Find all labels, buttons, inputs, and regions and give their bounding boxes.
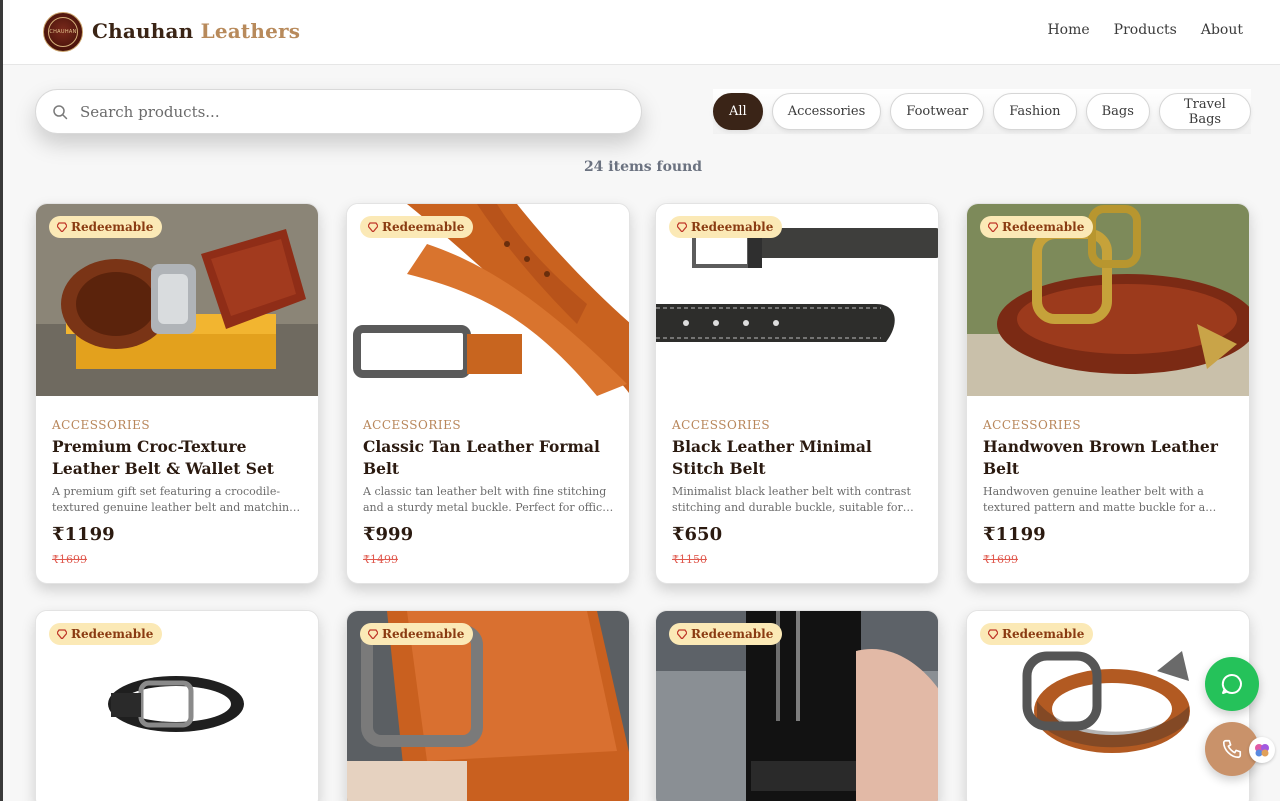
search-icon <box>53 104 68 119</box>
product-card[interactable]: Redeemable ACCESSORIES Black Leather Min… <box>655 203 939 584</box>
brain-icon <box>1255 744 1269 757</box>
product-category: ACCESSORIES <box>363 418 462 432</box>
product-category: ACCESSORIES <box>983 418 1082 432</box>
product-card[interactable]: Redeemable ACCESSORIES Classic Tan Leath… <box>346 203 630 584</box>
product-old-price: ₹1150 <box>672 553 707 566</box>
redeemable-badge: Redeemable <box>980 216 1094 238</box>
brand-name-second: Leathers <box>200 19 301 43</box>
product-card[interactable]: Redeemable <box>35 610 319 801</box>
redeemable-badge: Redeemable <box>360 623 474 645</box>
product-card[interactable]: Redeemable <box>966 610 1250 801</box>
badge-label: Redeemable <box>71 220 154 234</box>
redeemable-badge: Redeemable <box>669 216 783 238</box>
product-card[interactable]: Redeemable ACCESSORIES Premium Croc-Text… <box>35 203 319 584</box>
site-header: CHAUHAN Chauhan Leathers Home Products A… <box>3 0 1280 65</box>
gem-icon <box>677 629 687 639</box>
gem-icon <box>368 222 378 232</box>
filter-all[interactable]: All <box>713 93 763 130</box>
product-title[interactable]: Classic Tan Leather Formal Belt <box>363 436 617 480</box>
product-old-price: ₹1699 <box>52 553 87 566</box>
product-price: ₹1199 <box>52 524 115 545</box>
badge-label: Redeemable <box>71 627 154 641</box>
logo-text: CHAUHAN <box>49 29 77 35</box>
product-category: ACCESSORIES <box>52 418 151 432</box>
search-input[interactable] <box>80 102 600 121</box>
window-edge <box>0 0 3 801</box>
product-card[interactable]: Redeemable <box>655 610 939 801</box>
product-card[interactable]: Redeemable ACCESSORIES Handwoven Brown L… <box>966 203 1250 584</box>
brand-logo[interactable]: CHAUHAN <box>43 12 83 52</box>
nav-products[interactable]: Products <box>1114 22 1177 38</box>
product-description: A premium gift set featuring a crocodile… <box>52 485 297 514</box>
product-price: ₹650 <box>672 524 723 545</box>
filter-footwear[interactable]: Footwear <box>890 93 985 130</box>
product-description: Minimalist black leather belt with contr… <box>672 485 911 514</box>
results-count: 24 items found <box>583 159 703 175</box>
category-filters: All Accessories Footwear Fashion Bags Tr… <box>713 89 1251 134</box>
product-title[interactable]: Black Leather Minimal Stitch Belt <box>672 436 926 480</box>
redeemable-badge: Redeemable <box>980 623 1094 645</box>
gem-icon <box>677 222 687 232</box>
nav-home[interactable]: Home <box>1047 22 1089 38</box>
brand-name-first: Chauhan <box>92 19 194 43</box>
product-category: ACCESSORIES <box>672 418 771 432</box>
product-title[interactable]: Premium Croc-Texture Leather Belt & Wall… <box>52 436 306 480</box>
assistant-button[interactable] <box>1249 737 1275 763</box>
badge-label: Redeemable <box>1002 220 1085 234</box>
product-description: Handwoven genuine leather belt with a te… <box>983 485 1206 514</box>
product-price: ₹999 <box>363 524 414 545</box>
redeemable-badge: Redeemable <box>49 623 163 645</box>
badge-label: Redeemable <box>382 627 465 641</box>
whatsapp-button[interactable] <box>1205 657 1259 711</box>
badge-label: Redeemable <box>382 220 465 234</box>
redeemable-badge: Redeemable <box>49 216 163 238</box>
brand-name[interactable]: Chauhan Leathers <box>92 19 300 43</box>
badge-label: Redeemable <box>691 220 774 234</box>
gem-icon <box>988 222 998 232</box>
main-nav: Home Products About <box>1047 22 1243 38</box>
whatsapp-icon <box>1221 673 1242 694</box>
product-description: A classic tan leather belt with fine sti… <box>363 485 609 514</box>
gem-icon <box>988 629 998 639</box>
filter-fashion[interactable]: Fashion <box>993 93 1077 130</box>
filter-accessories[interactable]: Accessories <box>771 93 882 130</box>
redeemable-badge: Redeemable <box>360 216 474 238</box>
filter-travel-bags[interactable]: Travel Bags <box>1158 93 1251 130</box>
badge-label: Redeemable <box>1002 627 1085 641</box>
filter-bags[interactable]: Bags <box>1085 93 1150 130</box>
search-bar[interactable] <box>35 89 642 134</box>
product-old-price: ₹1499 <box>363 553 398 566</box>
gem-icon <box>57 222 67 232</box>
product-title[interactable]: Handwoven Brown Leather Belt <box>983 436 1237 480</box>
phone-icon <box>1222 739 1242 759</box>
product-card[interactable]: Redeemable <box>346 610 630 801</box>
gem-icon <box>368 629 378 639</box>
redeemable-badge: Redeemable <box>669 623 783 645</box>
product-old-price: ₹1699 <box>983 553 1018 566</box>
nav-about[interactable]: About <box>1201 22 1243 38</box>
gem-icon <box>57 629 67 639</box>
product-price: ₹1199 <box>983 524 1046 545</box>
badge-label: Redeemable <box>691 627 774 641</box>
